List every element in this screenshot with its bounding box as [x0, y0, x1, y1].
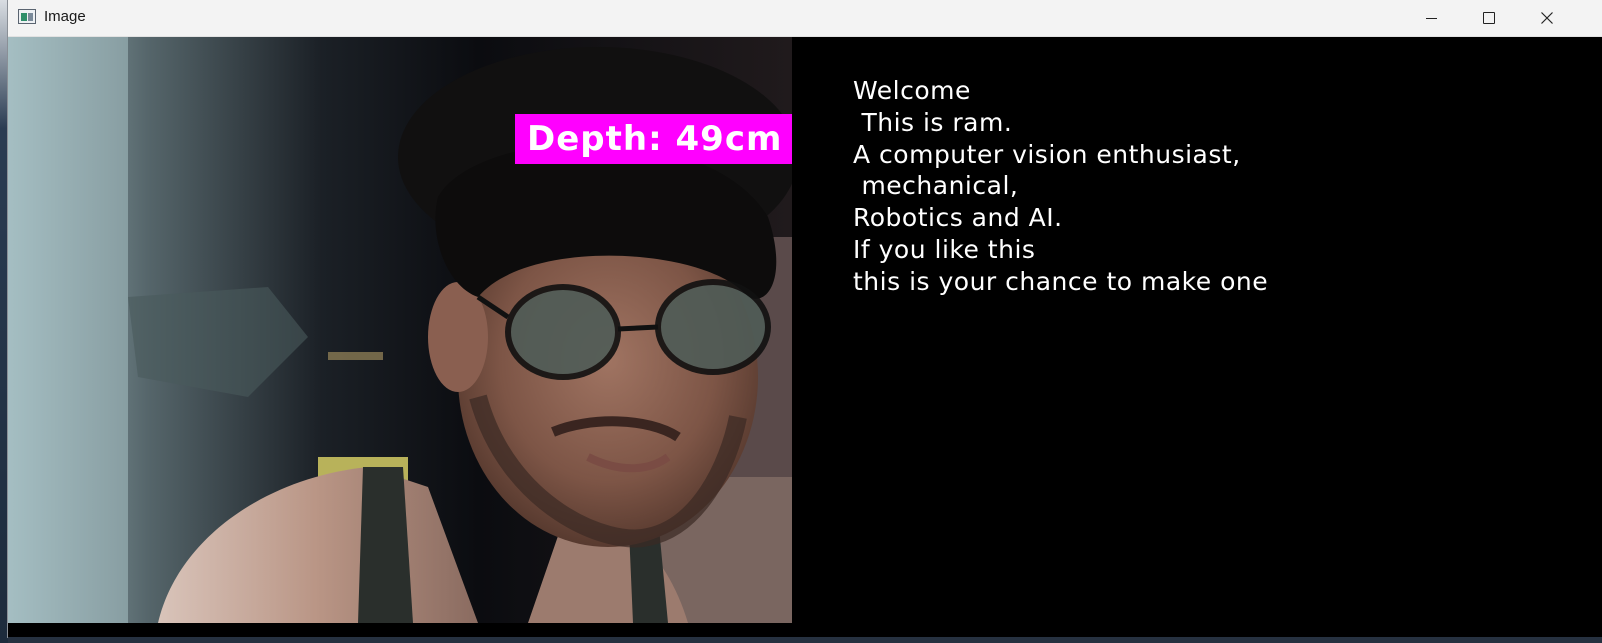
taskbar-edge — [8, 637, 1602, 643]
window-title: Image — [44, 8, 86, 25]
depth-label: Depth: 49cm — [515, 114, 792, 164]
info-line-mechanical: mechanical, — [853, 171, 1019, 201]
desktop-background — [0, 0, 8, 643]
image-window: Image Depth: 49cm Welcome This is ram. A… — [8, 0, 1602, 637]
close-button[interactable] — [1518, 0, 1576, 36]
info-line-chance: this is your chance to make one — [853, 266, 1269, 296]
info-line-welcome: Welcome — [853, 76, 971, 105]
image-canvas: Depth: 49cm Welcome This is ram. A compu… — [8, 37, 1602, 623]
info-text-panel: Welcome This is ram. A computer vision e… — [853, 75, 1268, 298]
info-line-enthusiast: A computer vision enthusiast, — [853, 139, 1241, 169]
minimize-icon — [1425, 17, 1437, 19]
info-line-name: This is ram. — [853, 107, 1013, 137]
minimize-button[interactable] — [1402, 0, 1460, 36]
webcam-frame: Depth: 49cm — [8, 37, 792, 623]
title-bar[interactable]: Image — [8, 0, 1602, 37]
info-line-if-you-like: If you like this — [853, 234, 1036, 264]
maximize-icon — [1483, 12, 1495, 24]
info-line-robotics: Robotics and AI. — [853, 203, 1063, 233]
close-icon — [1541, 12, 1553, 24]
image-viewer-icon — [18, 9, 36, 24]
maximize-button[interactable] — [1460, 0, 1518, 36]
